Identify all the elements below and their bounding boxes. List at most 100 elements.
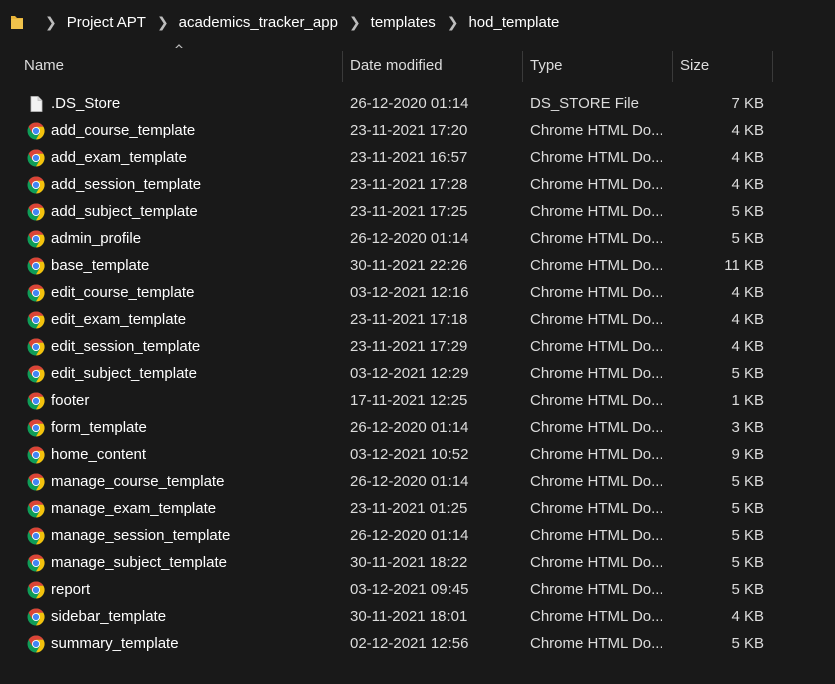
file-type: Chrome HTML Do...: [530, 257, 662, 274]
file-date-modified: 23-11-2021 17:28: [350, 176, 468, 193]
file-row[interactable]: edit_subject_template 03-12-2021 12:29 Chr…: [0, 360, 835, 387]
file-size: 9 KB: [731, 446, 764, 463]
file-row[interactable]: add_session_template 23-11-2021 17:28 Chro…: [0, 171, 835, 198]
column-divider[interactable]: [342, 51, 343, 82]
file-type: Chrome HTML Do...: [530, 149, 662, 166]
chrome-icon: [27, 229, 45, 248]
file-name-cell: .DS_Store: [27, 90, 337, 117]
chrome-icon: [27, 607, 45, 626]
chrome-icon: [27, 526, 45, 545]
file-name-cell: manage_session_template: [27, 522, 337, 549]
file-row[interactable]: edit_session_template 23-11-2021 17:29 Chr…: [0, 333, 835, 360]
file-row[interactable]: edit_exam_template 23-11-2021 17:18 Chrome…: [0, 306, 835, 333]
file-type: Chrome HTML Do...: [530, 311, 662, 328]
file-size: 5 KB: [731, 230, 764, 247]
file-type: DS_STORE File: [530, 95, 639, 112]
file-row[interactable]: add_subject_template 23-11-2021 17:25 Chro…: [0, 198, 835, 225]
file-name-cell: add_subject_template: [27, 198, 337, 225]
file-date-modified: 23-11-2021 17:20: [350, 122, 468, 139]
file-name-cell: edit_exam_template: [27, 306, 337, 333]
file-date-modified: 30-11-2021 18:22: [350, 554, 468, 571]
file-name: manage_exam_template: [51, 500, 217, 517]
file-name-cell: edit_subject_template: [27, 360, 337, 387]
file-size: 5 KB: [731, 635, 764, 652]
file-icon: [27, 95, 45, 113]
file-name: edit_course_template: [51, 284, 195, 301]
file-type: Chrome HTML Do...: [530, 500, 662, 517]
file-row[interactable]: add_exam_template 23-11-2021 16:57 Chrome …: [0, 144, 835, 171]
chrome-icon: [27, 418, 45, 437]
file-date-modified: 26-12-2020 01:14: [350, 230, 469, 247]
file-name-cell: footer: [27, 387, 337, 414]
chrome-icon: [27, 634, 45, 653]
file-row[interactable]: footer 17-11-2021 12:25 Chrome HTML Do... 1…: [0, 387, 835, 414]
file-row[interactable]: manage_session_template 26-12-2020 01:14 C…: [0, 522, 835, 549]
file-row[interactable]: manage_subject_template 30-11-2021 18:22 C…: [0, 549, 835, 576]
breadcrumb-item-hod-template[interactable]: hod_template: [468, 14, 559, 31]
chevron-right-icon[interactable]: ❯: [436, 15, 469, 29]
column-header-type[interactable]: Type: [530, 48, 672, 83]
chevron-right-icon[interactable]: ❯: [338, 15, 371, 29]
chrome-icon: [27, 283, 45, 302]
file-row[interactable]: manage_exam_template 23-11-2021 01:25 Chro…: [0, 495, 835, 522]
file-row[interactable]: form_template 26-12-2020 01:14 Chrome HTML…: [0, 414, 835, 441]
file-type: Chrome HTML Do...: [530, 554, 662, 571]
column-divider[interactable]: [672, 51, 673, 82]
file-name: home_content: [51, 446, 147, 463]
chrome-icon: [27, 391, 45, 410]
file-type: Chrome HTML Do...: [530, 608, 662, 625]
file-type: Chrome HTML Do...: [530, 176, 662, 193]
column-header-name[interactable]: Name: [24, 48, 342, 83]
file-row[interactable]: report 03-12-2021 09:45 Chrome HTML Do... 5…: [0, 576, 835, 603]
chrome-icon: [27, 148, 45, 167]
chevron-right-icon[interactable]: ❯: [34, 15, 67, 29]
file-type: Chrome HTML Do...: [530, 419, 662, 436]
file-date-modified: 30-11-2021 18:01: [350, 608, 468, 625]
chevron-right-icon[interactable]: ❯: [146, 15, 179, 29]
file-size: 5 KB: [731, 500, 764, 517]
file-size: 4 KB: [731, 284, 764, 301]
file-size: 4 KB: [731, 608, 764, 625]
file-name-cell: add_session_template: [27, 171, 337, 198]
file-name-cell: manage_exam_template: [27, 495, 337, 522]
file-name-cell: manage_subject_template: [27, 549, 337, 576]
file-row[interactable]: edit_course_template 03-12-2021 12:16 Chro…: [0, 279, 835, 306]
file-size: 5 KB: [731, 365, 764, 382]
file-name-cell: sidebar_template: [27, 603, 337, 630]
file-name: form_template: [51, 419, 147, 436]
column-divider[interactable]: [772, 51, 773, 82]
file-date-modified: 03-12-2021 10:52: [350, 446, 469, 463]
chrome-icon: [27, 472, 45, 491]
file-row[interactable]: manage_course_template 26-12-2020 01:14 Ch…: [0, 468, 835, 495]
file-name-cell: add_course_template: [27, 117, 337, 144]
column-header-size[interactable]: Size: [680, 48, 772, 83]
column-divider[interactable]: [522, 51, 523, 82]
file-row[interactable]: admin_profile 26-12-2020 01:14 Chrome HTML…: [0, 225, 835, 252]
file-row[interactable]: home_content 03-12-2021 10:52 Chrome HTML …: [0, 441, 835, 468]
file-name: .DS_Store: [51, 95, 121, 112]
column-header-date[interactable]: Date modified: [350, 48, 522, 83]
file-name-cell: add_exam_template: [27, 144, 337, 171]
breadcrumb-item-templates[interactable]: templates: [371, 14, 436, 31]
breadcrumb-item-academics-tracker-app[interactable]: academics_tracker_app: [179, 14, 338, 31]
address-bar[interactable]: ❯ Project APT ❯ academics_tracker_app ❯ …: [0, 0, 835, 46]
file-date-modified: 03-12-2021 12:29: [350, 365, 469, 382]
file-type: Chrome HTML Do...: [530, 473, 662, 490]
file-date-modified: 23-11-2021 01:25: [350, 500, 468, 517]
chrome-icon: [27, 310, 45, 329]
file-size: 4 KB: [731, 176, 764, 193]
file-row[interactable]: base_template 30-11-2021 22:26 Chrome HTML…: [0, 252, 835, 279]
file-name-cell: report: [27, 576, 337, 603]
file-date-modified: 23-11-2021 17:18: [350, 311, 468, 328]
file-name: add_subject_template: [51, 203, 198, 220]
file-row[interactable]: .DS_Store 26-12-2020 01:14 DS_STORE File 7 …: [0, 90, 835, 117]
chrome-icon: [27, 445, 45, 464]
chrome-icon: [27, 256, 45, 275]
file-name-cell: home_content: [27, 441, 337, 468]
file-row[interactable]: sidebar_template 30-11-2021 18:01 Chrome H…: [0, 603, 835, 630]
file-type: Chrome HTML Do...: [530, 635, 662, 652]
breadcrumb-item-project-apt[interactable]: Project APT: [67, 14, 146, 31]
file-row[interactable]: summary_template 02-12-2021 12:56 Chrome H…: [0, 630, 835, 657]
file-date-modified: 17-11-2021 12:25: [350, 392, 468, 409]
file-row[interactable]: add_course_template 23-11-2021 17:20 Chrom…: [0, 117, 835, 144]
